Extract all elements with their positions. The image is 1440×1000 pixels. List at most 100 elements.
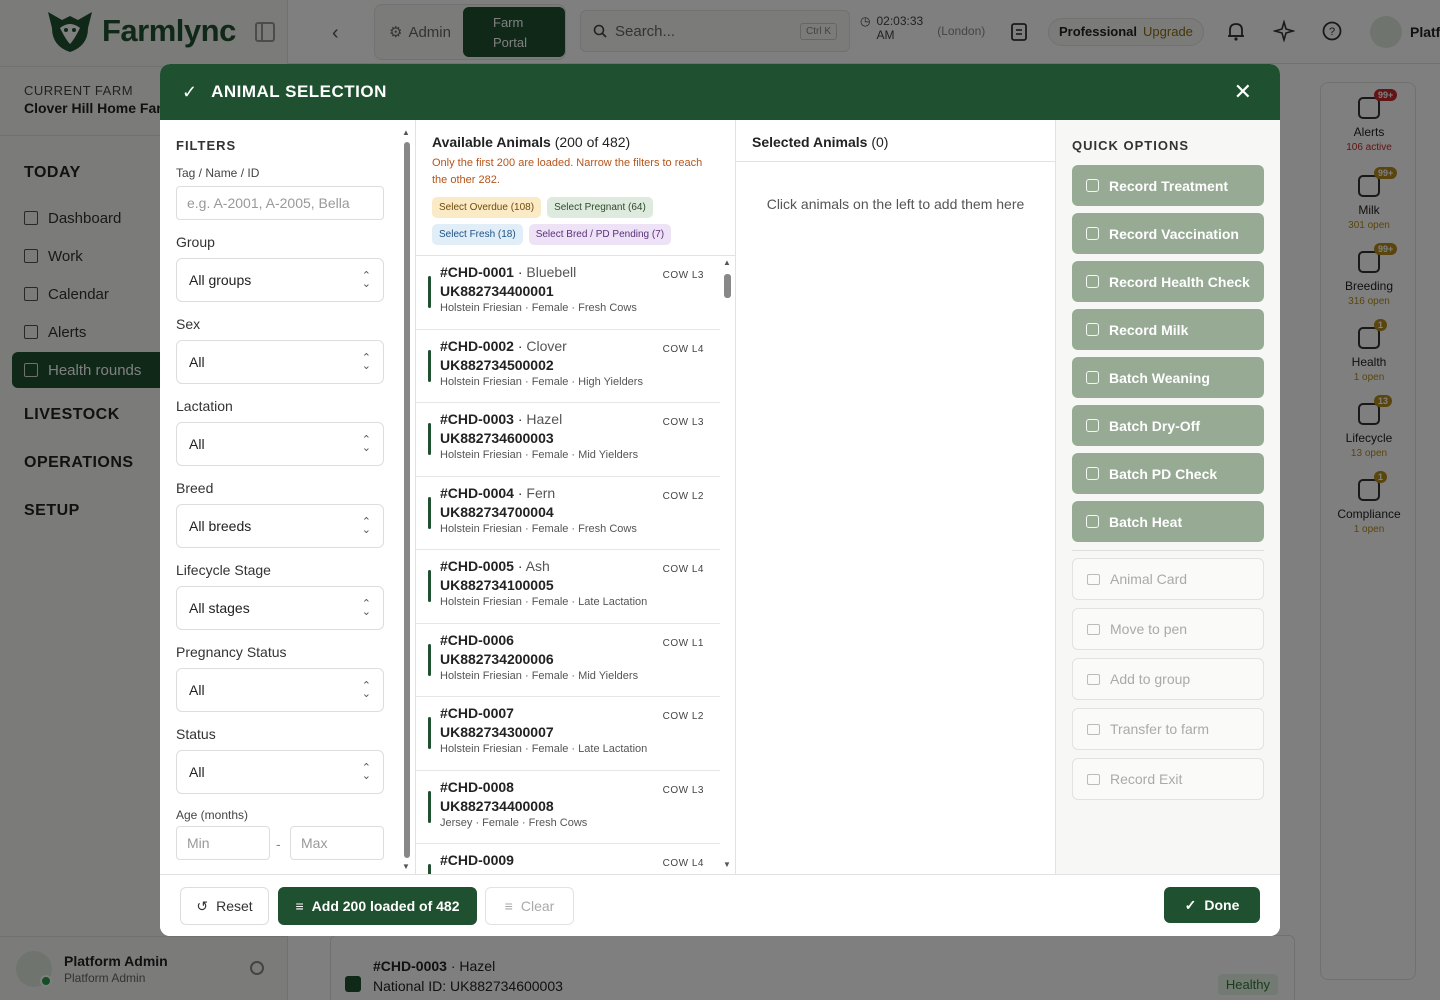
status-select[interactable]: All ⌃ ⌄	[176, 750, 384, 794]
done-button[interactable]: ✓ Done	[1164, 887, 1260, 923]
animal-row[interactable]: #CHD-0004 · Fern UK882734700004 Holstein F…	[416, 477, 720, 550]
scroll-thumb[interactable]	[724, 274, 731, 298]
animal-list-scrollbar[interactable]: ▲ ▼	[721, 258, 733, 872]
chevron-updown-icon: ⌃ ⌄	[361, 352, 371, 372]
animal-name: Ash	[525, 558, 550, 574]
batch-weaning-button[interactable]: Batch Weaning	[1072, 357, 1264, 398]
move-to-pen-button[interactable]: Move to pen	[1072, 608, 1264, 650]
animal-row[interactable]: #CHD-0009 COW L4	[416, 844, 720, 874]
animal-meta: Holstein Friesian · Female · High Yielde…	[440, 375, 643, 388]
reset-icon: ↺	[196, 897, 209, 914]
sex-select[interactable]: All ⌃ ⌄	[176, 340, 384, 384]
add-to-group-button[interactable]: Add to group	[1072, 658, 1264, 700]
animal-meta: Holstein Friesian · Female · Late Lactat…	[440, 596, 648, 608]
arrow-down-icon[interactable]: ▼	[723, 860, 731, 869]
animal-tag: #CHD-0009	[440, 852, 514, 868]
animal-tag: #CHD-0006	[440, 631, 514, 648]
status-label: Status	[176, 726, 216, 742]
chevron-updown-icon: ⌃ ⌄	[361, 434, 371, 454]
transfer-to-farm-button[interactable]: Transfer to farm	[1072, 708, 1264, 750]
scroll-thumb[interactable]	[404, 142, 410, 858]
lifecycle-select[interactable]: All stages ⌃ ⌄	[176, 586, 384, 630]
record-health-check-button[interactable]: Record Health Check	[1072, 261, 1264, 302]
button-label: Record Milk	[1109, 321, 1189, 338]
modal-title: ANIMAL SELECTION	[211, 82, 387, 101]
button-label: Record Health Check	[1109, 273, 1250, 290]
animal-name: Hazel	[526, 411, 563, 427]
animal-uk-id: UK882734500002	[440, 356, 554, 373]
available-header: Available Animals (200 of 482) Only the …	[416, 120, 735, 256]
animal-row[interactable]: #CHD-0005 · Ash UK882734100005 Holstein Fr…	[416, 550, 720, 624]
arrow-up-icon[interactable]: ▲	[402, 128, 410, 137]
group-select[interactable]: All groups ⌃ ⌄	[176, 258, 384, 302]
select-overdue-chip[interactable]: Select Overdue (108)	[432, 197, 542, 218]
check-icon: ✓	[182, 81, 198, 102]
chevron-updown-icon: ⌃ ⌄	[361, 516, 371, 536]
select-fresh-chip[interactable]: Select Fresh (18)	[432, 224, 523, 245]
animal-list: #CHD-0001 · Bluebell UK882734400001 Holste…	[416, 256, 720, 874]
animal-uk-id: UK882734100005	[440, 577, 554, 593]
arrow-up-icon[interactable]: ▲	[723, 258, 731, 267]
bottle-icon	[1086, 371, 1099, 384]
tag-filter-input[interactable]: e.g. A-2001, A-2005, Bella	[176, 186, 384, 220]
clear-button[interactable]: ≡ Clear	[485, 887, 574, 925]
lactation-badge: COW L2	[662, 711, 704, 722]
animal-name: Bluebell	[526, 264, 577, 280]
button-label: Reset	[216, 898, 253, 914]
filters-panel: FILTERS Tag / Name / ID e.g. A-2001, A-2…	[160, 120, 416, 874]
arrow-down-icon[interactable]: ▼	[402, 862, 410, 871]
record-treatment-button[interactable]: Record Treatment	[1072, 165, 1264, 206]
row-indicator	[428, 423, 431, 455]
reset-button[interactable]: ↺ Reset	[180, 887, 269, 925]
pregnancy-select[interactable]: All ⌃ ⌄	[176, 668, 384, 712]
available-warning: Only the first 200 are loaded. Narrow th…	[432, 157, 703, 186]
animal-tag: #CHD-0004	[440, 484, 514, 501]
animal-name: Clover	[526, 337, 567, 354]
selected-header: Selected Animals (0)	[736, 120, 1055, 162]
animal-row[interactable]: #CHD-0006 UK882734200006 Holstein Friesian…	[416, 624, 720, 697]
button-label: Done	[1204, 897, 1240, 913]
row-indicator	[428, 349, 431, 382]
lactation-badge: COW L4	[662, 858, 704, 869]
animal-row[interactable]: #CHD-0008 UK882734400008 Jersey · Female ·…	[416, 771, 720, 844]
shield-icon	[1086, 227, 1099, 240]
batch-dry-off-button[interactable]: Batch Dry-Off	[1072, 405, 1264, 446]
available-title-text: Available Animals	[432, 134, 551, 150]
row-indicator	[428, 570, 431, 602]
record-vaccination-button[interactable]: Record Vaccination	[1072, 213, 1264, 254]
filters-scrollbar[interactable]: ▲ ▼	[401, 128, 411, 871]
filters-title: FILTERS	[176, 138, 237, 153]
lactation-select[interactable]: All ⌃ ⌄	[176, 422, 384, 466]
animal-card-button[interactable]: Animal Card	[1072, 558, 1264, 600]
animal-row[interactable]: #CHD-0001 · Bluebell UK882734400001 Holste…	[416, 256, 720, 330]
animal-row[interactable]: #CHD-0007 UK882734300007 Holstein Friesian…	[416, 697, 720, 771]
chevron-updown-icon: ⌃ ⌄	[361, 680, 371, 700]
animal-meta: Jersey · Female · Fresh Cows	[440, 816, 588, 829]
record-exit-button[interactable]: Record Exit	[1072, 758, 1264, 800]
animal-tag: #CHD-0001	[440, 264, 514, 280]
select-pregnant-chip[interactable]: Select Pregnant (64)	[547, 197, 653, 218]
close-icon[interactable]: ✕	[1234, 81, 1252, 103]
batch-heat-button[interactable]: Batch Heat	[1072, 501, 1264, 542]
select-bred-chip[interactable]: Select Bred / PD Pending (7)	[528, 224, 672, 245]
lactation-badge: COW L3	[662, 784, 704, 796]
pregnancy-label: Pregnancy Status	[176, 644, 287, 660]
row-indicator	[428, 643, 431, 676]
animal-uk-id: UK882734300007	[440, 724, 554, 740]
age-min-input[interactable]: Min	[176, 826, 270, 860]
modal-footer: ↺ Reset ≡ Add 200 loaded of 482 ≡ Clear ✓ Do…	[160, 874, 1280, 936]
status-value: All	[189, 764, 205, 780]
breed-select[interactable]: All breeds ⌃ ⌄	[176, 504, 384, 548]
available-title: Available Animals (200 of 482)	[432, 134, 720, 150]
animal-row[interactable]: #CHD-0003 · Hazel UK882734600003 Holstein …	[416, 403, 720, 477]
batch-pd-check-button[interactable]: Batch PD Check	[1072, 453, 1264, 494]
record-milk-button[interactable]: Record Milk	[1072, 309, 1264, 350]
animal-row[interactable]: #CHD-0002 · Clover UK882734500002 Holstein…	[416, 330, 720, 403]
age-max-input[interactable]: Max	[290, 826, 384, 860]
breed-value: All breeds	[189, 518, 252, 534]
lactation-badge: COW L4	[662, 564, 704, 575]
button-label: Move to pen	[1110, 621, 1188, 637]
transfer-icon	[1087, 723, 1100, 735]
lactation-badge: COW L3	[662, 417, 704, 428]
add-loaded-button[interactable]: ≡ Add 200 loaded of 482	[278, 887, 477, 925]
